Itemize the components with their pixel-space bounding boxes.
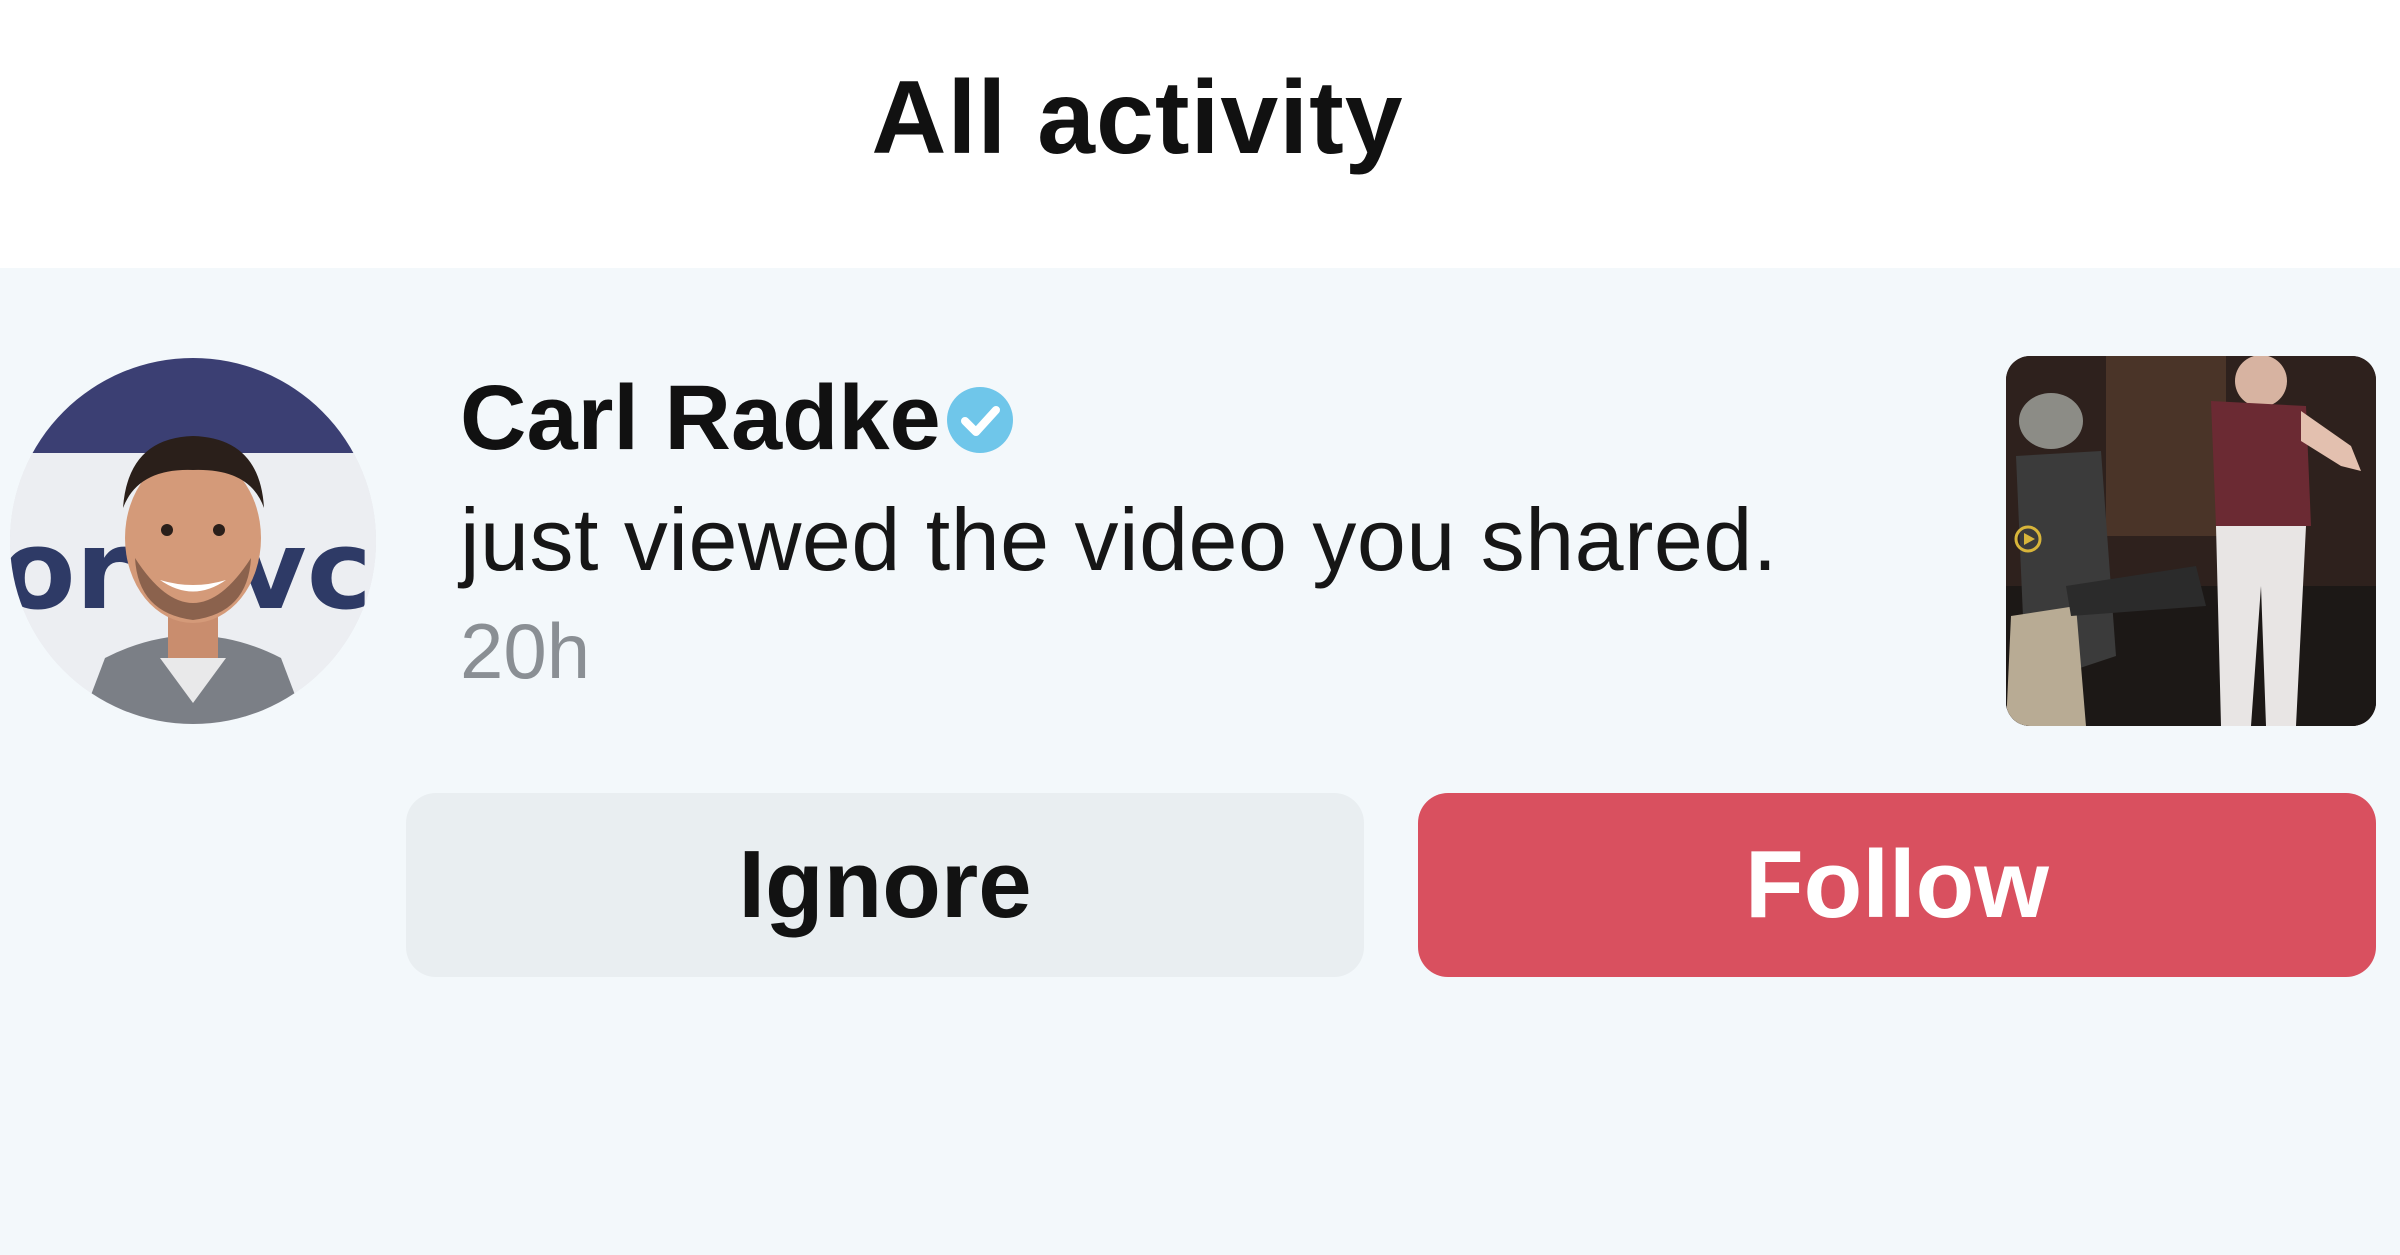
video-thumbnail-icon [2006,356,2376,726]
name-row: Carl Radke [460,363,1960,473]
follow-button[interactable]: Follow [1418,793,2376,977]
profile-photo-icon: or vc [10,358,376,724]
notification-text: Carl Radke just viewed the video you sha… [460,363,1960,701]
notification-message: just viewed the video you shared. [460,490,1778,589]
header-bar: All activity [0,0,2400,268]
activity-item[interactable]: or vc Carl Radke just viewed the video y… [0,268,2400,1255]
ignore-button[interactable]: Ignore [406,793,1364,977]
video-thumbnail[interactable] [2006,356,2376,726]
svg-text:or: or [10,506,130,634]
user-name[interactable]: Carl Radke [460,363,941,473]
verified-badge-icon [945,385,1015,455]
timestamp: 20h [460,607,591,695]
page-title: All activity [871,60,1404,176]
avatar[interactable]: or vc [10,358,376,724]
